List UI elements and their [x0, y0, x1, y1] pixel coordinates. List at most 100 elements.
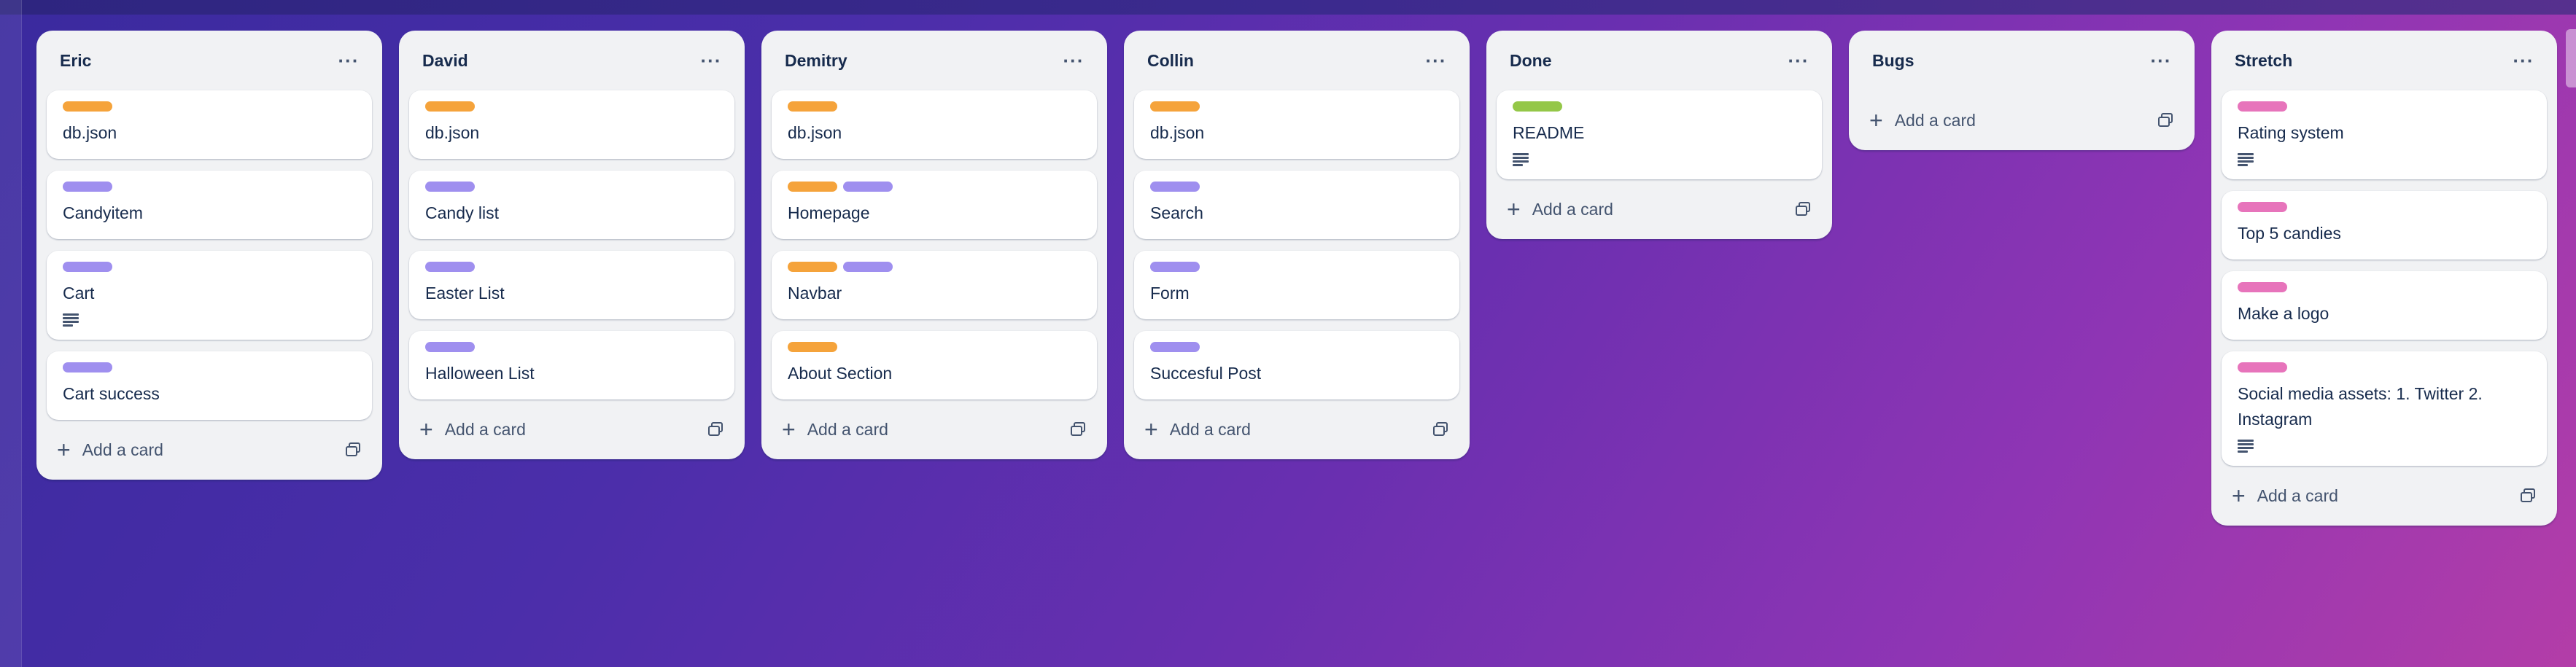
card-label-orange[interactable]: [63, 101, 112, 112]
card-template-icon[interactable]: [708, 422, 724, 437]
card-label-purple[interactable]: [843, 182, 893, 192]
card-label-orange[interactable]: [788, 262, 837, 272]
card[interactable]: Social media assets: 1. Twitter 2. Insta…: [2222, 351, 2547, 466]
card-label-orange[interactable]: [788, 101, 837, 112]
card-label-pink[interactable]: [2238, 101, 2287, 112]
card[interactable]: Rating system: [2222, 90, 2547, 179]
card[interactable]: Make a logo: [2222, 271, 2547, 340]
card[interactable]: About Section: [772, 331, 1097, 399]
card-label-purple[interactable]: [425, 262, 475, 272]
card[interactable]: db.json: [47, 90, 372, 159]
list-title[interactable]: Collin: [1147, 51, 1194, 71]
card[interactable]: Navbar: [772, 251, 1097, 319]
list-menu-button[interactable]: ···: [2507, 44, 2540, 77]
list-header: Collin ···: [1134, 31, 1459, 90]
card[interactable]: Candyitem: [47, 171, 372, 239]
add-card-button[interactable]: + Add a card: [419, 418, 526, 441]
card-template-icon[interactable]: [2521, 488, 2537, 503]
card-title: Succesful Post: [1150, 364, 1262, 383]
card-label-purple[interactable]: [1150, 182, 1200, 192]
card[interactable]: Search: [1134, 171, 1459, 239]
list-title[interactable]: Stretch: [2235, 51, 2292, 71]
add-card-label: Add a card: [1894, 110, 1976, 130]
list-collin: Collin ··· db.json Search Form Succesful Post…: [1124, 31, 1470, 459]
card-label-purple[interactable]: [1150, 342, 1200, 352]
add-card-button[interactable]: + Add a card: [782, 418, 888, 441]
card-template-icon[interactable]: [1071, 422, 1087, 437]
plus-icon: +: [57, 437, 71, 463]
list-menu-button[interactable]: ···: [333, 44, 365, 77]
card-template-icon[interactable]: [346, 442, 362, 457]
list-header: David ···: [409, 31, 734, 90]
card-label-purple[interactable]: [63, 182, 112, 192]
list-menu-button[interactable]: ···: [695, 44, 727, 77]
card-template-icon[interactable]: [1796, 202, 1812, 217]
list-header: Stretch ···: [2222, 31, 2547, 90]
card[interactable]: README: [1497, 90, 1822, 179]
card-label-pink[interactable]: [2238, 282, 2287, 292]
list-menu-button[interactable]: ···: [1058, 44, 1090, 77]
add-card-label: Add a card: [1169, 419, 1251, 439]
add-card-label: Add a card: [444, 419, 526, 439]
card[interactable]: Cart: [47, 251, 372, 340]
card[interactable]: Easter List: [409, 251, 734, 319]
card-template-icon[interactable]: [2158, 113, 2174, 128]
description-icon: [2238, 440, 2254, 453]
list-title[interactable]: Bugs: [1872, 51, 1914, 71]
card-title: Easter List: [425, 284, 505, 303]
card-list: Rating system Top 5 candies Make a logo Soc…: [2222, 90, 2547, 466]
card[interactable]: db.json: [772, 90, 1097, 159]
card-label-pink[interactable]: [2238, 202, 2287, 212]
card-label-green[interactable]: [1513, 101, 1562, 112]
card-title: Make a logo: [2238, 304, 2329, 323]
card-title: Top 5 candies: [2238, 224, 2341, 243]
ellipsis-icon: ···: [700, 50, 722, 71]
card-labels: [425, 262, 718, 272]
list-title[interactable]: Demitry: [785, 51, 847, 71]
card-labels: [2238, 202, 2531, 212]
card-title: Form: [1150, 284, 1190, 303]
card-template-icon[interactable]: [1433, 422, 1449, 437]
card[interactable]: db.json: [409, 90, 734, 159]
card-label-purple[interactable]: [425, 182, 475, 192]
list-demitry: Demitry ··· db.json Homepage Navbar About Sec…: [761, 31, 1107, 459]
card-label-purple[interactable]: [843, 262, 893, 272]
add-card-button[interactable]: + Add a card: [2232, 484, 2338, 507]
card-label-purple[interactable]: [63, 262, 112, 272]
card-title: Candyitem: [63, 203, 143, 222]
card[interactable]: Homepage: [772, 171, 1097, 239]
card[interactable]: Form: [1134, 251, 1459, 319]
list-menu-button[interactable]: ···: [1782, 44, 1815, 77]
card[interactable]: Halloween List: [409, 331, 734, 399]
card-label-purple[interactable]: [425, 342, 475, 352]
add-card-row: + Add a card: [2222, 466, 2547, 526]
description-icon: [2238, 153, 2254, 166]
card-labels: [1513, 101, 1806, 112]
list-menu-button[interactable]: ···: [2145, 44, 2177, 77]
card-label-pink[interactable]: [2238, 362, 2287, 372]
add-card-label: Add a card: [807, 419, 888, 439]
add-card-button[interactable]: + Add a card: [1869, 109, 1976, 132]
card[interactable]: Top 5 candies: [2222, 191, 2547, 260]
list-title[interactable]: Eric: [60, 51, 91, 71]
add-card-row: + Add a card: [1134, 399, 1459, 459]
card[interactable]: Cart success: [47, 351, 372, 420]
add-card-label: Add a card: [2257, 485, 2338, 505]
plus-icon: +: [1507, 196, 1521, 222]
add-card-button[interactable]: + Add a card: [1144, 418, 1251, 441]
add-card-button[interactable]: + Add a card: [57, 438, 163, 461]
card-label-orange[interactable]: [788, 342, 837, 352]
card-label-orange[interactable]: [788, 182, 837, 192]
card[interactable]: db.json: [1134, 90, 1459, 159]
card-labels: [1150, 101, 1443, 112]
add-card-button[interactable]: + Add a card: [1507, 198, 1613, 221]
list-menu-button[interactable]: ···: [1420, 44, 1452, 77]
card-label-orange[interactable]: [1150, 101, 1200, 112]
card[interactable]: Succesful Post: [1134, 331, 1459, 399]
card-label-orange[interactable]: [425, 101, 475, 112]
card[interactable]: Candy list: [409, 171, 734, 239]
list-title[interactable]: David: [422, 51, 468, 71]
card-label-purple[interactable]: [63, 362, 112, 372]
list-title[interactable]: Done: [1510, 51, 1552, 71]
card-label-purple[interactable]: [1150, 262, 1200, 272]
